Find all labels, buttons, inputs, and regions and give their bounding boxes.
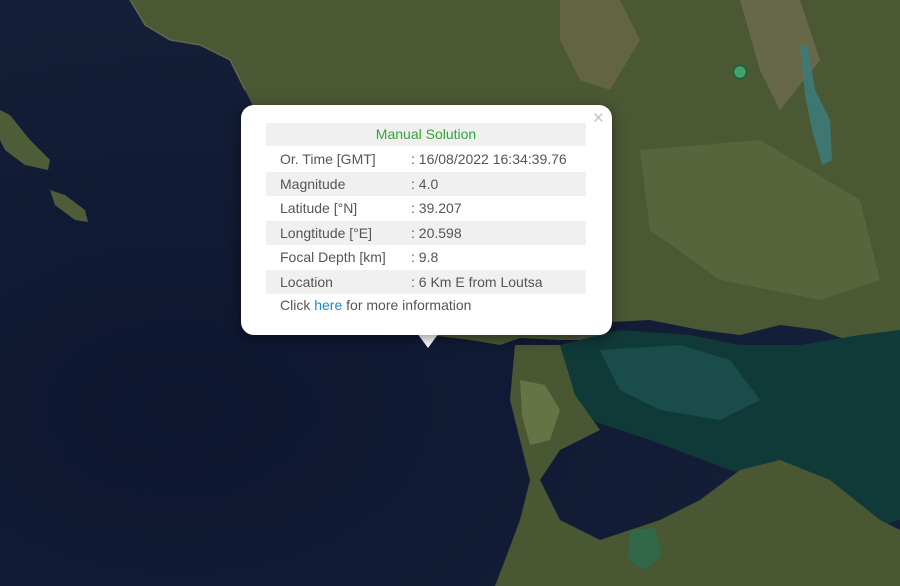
popup-title: Manual Solution <box>266 123 586 146</box>
row-origin-time: Or. Time [GMT] : 16/08/2022 16:34:39.76 <box>266 147 586 172</box>
more-info-prefix: Click <box>280 297 311 313</box>
row-label: Latitude [°N] <box>280 200 358 216</box>
info-popup: × Manual Solution Or. Time [GMT] : 16/08… <box>241 105 612 335</box>
row-latitude: Latitude [°N] : 39.207 <box>266 196 586 221</box>
row-label: Location <box>280 273 333 290</box>
row-label: Magnitude <box>280 175 346 192</box>
row-value: : 4.0 <box>411 175 439 192</box>
details-table: Or. Time [GMT] : 16/08/2022 16:34:39.76 … <box>266 147 586 294</box>
row-label: Longtitude [°E] <box>280 224 372 241</box>
more-info-line: Click here for more information <box>280 295 471 315</box>
popup-tip <box>417 333 439 348</box>
satellite-map[interactable]: × Manual Solution Or. Time [GMT] : 16/08… <box>0 0 900 586</box>
row-longitude: Longtitude [°E] : 20.598 <box>266 220 586 245</box>
row-value: : 16/08/2022 16:34:39.76 <box>411 151 567 167</box>
row-label: Focal Depth [km] <box>280 249 386 265</box>
close-icon[interactable]: × <box>593 109 604 128</box>
row-label: Or. Time [GMT] <box>280 151 376 167</box>
more-info-suffix: for more information <box>346 297 472 313</box>
row-magnitude: Magnitude : 4.0 <box>266 171 586 196</box>
more-info-link[interactable]: here <box>314 297 342 313</box>
earthquake-marker[interactable] <box>732 64 748 80</box>
row-value: : 39.207 <box>411 200 462 216</box>
row-focal-depth: Focal Depth [km] : 9.8 <box>266 245 586 270</box>
row-location: Location : 6 Km E from Loutsa <box>266 269 586 294</box>
row-value: : 20.598 <box>411 224 462 241</box>
row-value: : 9.8 <box>411 249 439 265</box>
row-value: : 6 Km E from Loutsa <box>411 273 543 290</box>
